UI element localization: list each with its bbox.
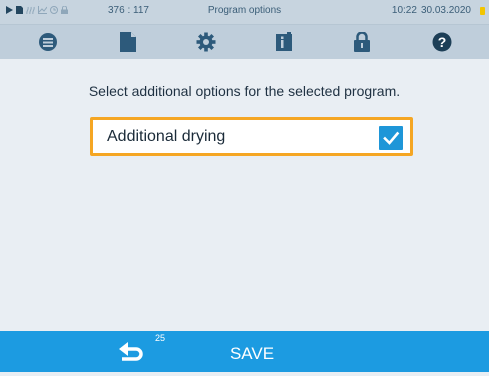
time: 10:22 — [391, 5, 417, 16]
checkbox-checked[interactable] — [379, 126, 403, 150]
clock: 10:22 30.03.2020 — [392, 5, 471, 16]
toolbar: ? — [0, 25, 489, 59]
gear-icon[interactable] — [186, 25, 226, 59]
checkmark-icon — [383, 131, 400, 145]
back-button[interactable] — [110, 336, 160, 370]
prompt-text: Select additional options for the select… — [88, 83, 401, 99]
status-bar: 376 : 117 Program options 10:22 30.03.202… — [0, 0, 489, 25]
document-icon[interactable] — [108, 25, 148, 59]
info-book-icon[interactable] — [264, 25, 304, 59]
help-icon[interactable]: ? — [422, 25, 462, 59]
date: 30.03.2020 — [420, 5, 471, 16]
list-icon[interactable] — [28, 25, 68, 59]
lock-icon[interactable] — [342, 25, 382, 59]
back-count: 25 — [155, 333, 166, 343]
main-content: Select additional options for the select… — [0, 59, 489, 331]
help-symbol: ? — [438, 34, 447, 50]
save-button[interactable]: SAVE — [212, 331, 292, 372]
option-label: Additional drying — [107, 128, 226, 145]
back-arrow-icon — [119, 342, 143, 361]
option-additional-drying[interactable]: Additional drying — [90, 117, 413, 156]
warning-indicator — [480, 7, 485, 15]
header: 376 : 117 Program options 10:22 30.03.202… — [0, 0, 489, 59]
footer: 25 SAVE — [0, 331, 489, 372]
